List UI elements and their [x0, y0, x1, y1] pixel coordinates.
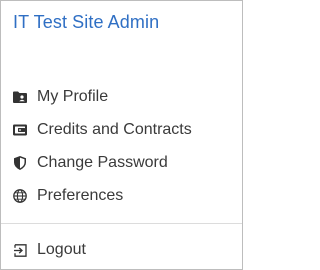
menu-item-label: Credits and Contracts: [37, 121, 192, 138]
menu-item-label: Change Password: [37, 154, 168, 171]
menu-item-change-password[interactable]: Change Password: [1, 149, 242, 177]
wallet-icon: [13, 123, 27, 137]
menu-item-label: Logout: [37, 241, 86, 258]
globe-icon: [13, 189, 27, 203]
menu-divider: [1, 223, 242, 224]
logout-icon: [13, 243, 27, 257]
menu-item-preferences[interactable]: Preferences: [1, 182, 242, 210]
shield-icon: [13, 156, 27, 170]
menu-item-my-profile[interactable]: My Profile: [1, 83, 242, 111]
menu-item-credits-and-contracts[interactable]: Credits and Contracts: [1, 116, 242, 144]
folder-user-icon: [13, 90, 27, 104]
menu-item-label: My Profile: [37, 88, 109, 105]
site-title: IT Test Site Admin: [13, 12, 160, 32]
menu-item-label: Preferences: [37, 187, 124, 204]
user-menu-dropdown: IT Test Site Admin My Profile Credits an…: [0, 0, 243, 270]
menu-item-logout[interactable]: Logout: [1, 236, 242, 264]
